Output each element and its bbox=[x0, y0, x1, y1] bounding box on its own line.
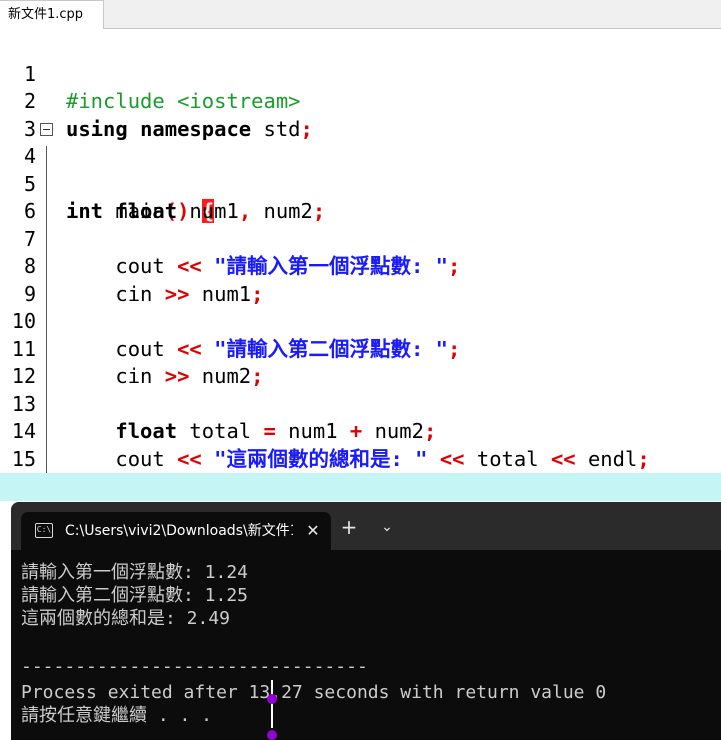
code-line[interactable]: 1 #include <iostream> bbox=[0, 33, 721, 114]
console-window[interactable]: C:\ C:\Users\vivi2\Downloads\新文件1.exe ✕ … bbox=[11, 502, 721, 740]
code-line[interactable]: 3 bbox=[0, 88, 721, 141]
code-line[interactable]: 2 using namespace std; bbox=[0, 61, 721, 141]
fold-collapse-icon[interactable] bbox=[40, 122, 53, 136]
console-cursor bbox=[271, 680, 273, 728]
close-icon[interactable]: ✕ bbox=[301, 512, 325, 550]
code-line[interactable]: 16 return 0; bbox=[0, 446, 721, 526]
new-tab-button[interactable]: + bbox=[338, 514, 360, 540]
console-titlebar[interactable]: C:\ C:\Users\vivi2\Downloads\新文件1.exe ✕ … bbox=[11, 502, 721, 550]
editor-tabbar: 新文件1.cpp bbox=[0, 0, 721, 29]
code-line[interactable]: 13 float total = num1 + num2; bbox=[0, 363, 721, 444]
chevron-down-icon[interactable]: ⌄ bbox=[376, 514, 398, 540]
current-line[interactable]: 17 } bbox=[0, 473, 721, 553]
code-line[interactable]: 5 float num1, num2; bbox=[0, 143, 721, 224]
console-tab[interactable]: C:\ C:\Users\vivi2\Downloads\新文件1.exe ✕ bbox=[21, 512, 331, 550]
code-line[interactable]: 10 cout << "請輸入第二個浮點數: "; bbox=[0, 281, 721, 361]
separator-line: -------------------------------- bbox=[21, 656, 368, 677]
output-line: 這兩個數的總和是: 2.49 bbox=[21, 608, 231, 629]
code-line[interactable]: 6 bbox=[0, 171, 721, 223]
selection-handle[interactable] bbox=[267, 730, 277, 740]
process-exit-line: Process exited after 13.27 seconds with … bbox=[21, 682, 607, 703]
terminal-icon: C:\ bbox=[35, 523, 53, 538]
output-line: 請輸入第二個浮點數: 1.25 bbox=[21, 585, 249, 606]
console-output[interactable]: 請輸入第一個浮點數: 1.24 請輸入第二個浮點數: 1.25 這兩個數的總和是… bbox=[11, 550, 721, 740]
selection-handle[interactable] bbox=[267, 694, 277, 704]
code-line[interactable]: 12 bbox=[0, 336, 721, 388]
code-line[interactable]: 9 bbox=[0, 253, 721, 306]
code-line[interactable]: 15 bbox=[0, 418, 721, 471]
file-tab[interactable]: 新文件1.cpp bbox=[0, 0, 104, 29]
code-line[interactable]: 14 cout << "這兩個數的總和是: " << total << endl… bbox=[0, 391, 721, 471]
code-line[interactable]: 11 cin >> num2; bbox=[0, 308, 721, 389]
code-line[interactable]: 8 cin >> num1; bbox=[0, 226, 721, 306]
press-any-key-line: 請按任意鍵繼續 . . . bbox=[21, 705, 213, 726]
output-line: 請輸入第一個浮點數: 1.24 bbox=[21, 562, 249, 583]
console-tab-title: C:\Users\vivi2\Downloads\新文件1.exe bbox=[65, 523, 293, 539]
code-line[interactable]: 4 int main() { bbox=[0, 116, 721, 223]
code-line[interactable]: 7 cout << "請輸入第一個浮點數: "; bbox=[0, 198, 721, 279]
